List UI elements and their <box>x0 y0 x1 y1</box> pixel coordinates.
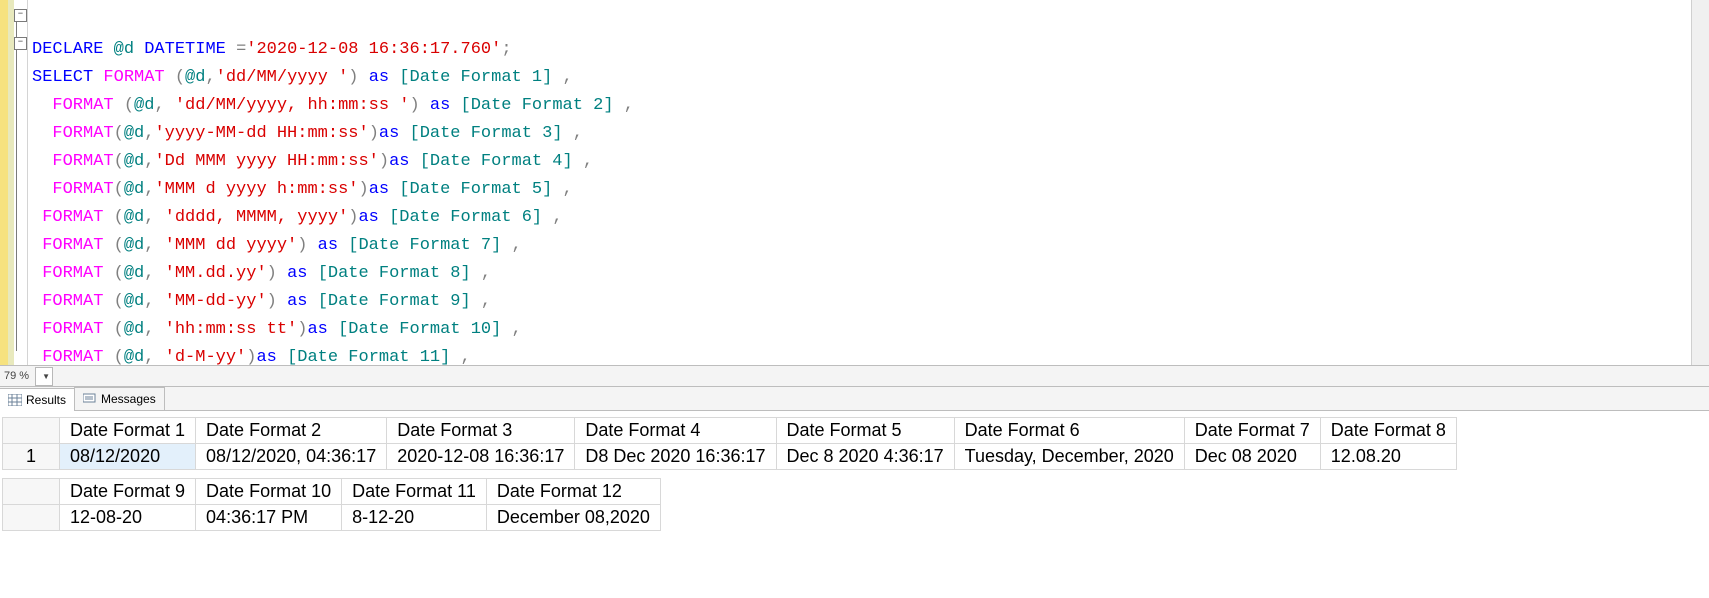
results-pane: Date Format 1 Date Format 2 Date Format … <box>0 411 1709 598</box>
col-header[interactable]: Date Format 11 <box>342 479 487 505</box>
cell[interactable]: Dec 08 2020 <box>1184 444 1320 470</box>
col-header[interactable]: Date Format 9 <box>60 479 196 505</box>
change-margin <box>0 0 8 365</box>
col-header[interactable]: Date Format 12 <box>486 479 660 505</box>
tab-messages[interactable]: Messages <box>74 387 165 410</box>
col-header[interactable]: Date Format 2 <box>196 418 387 444</box>
cell[interactable]: 8-12-20 <box>342 505 487 531</box>
cell[interactable]: 04:36:17 PM <box>196 505 342 531</box>
collapse-toggle-icon[interactable]: − <box>14 37 27 50</box>
col-header[interactable]: Date Format 6 <box>954 418 1184 444</box>
string-literal: '2020-12-08 16:36:17.760' <box>246 40 501 59</box>
results-grid[interactable]: Date Format 1 Date Format 2 Date Format … <box>2 417 1457 470</box>
chevron-down-icon: ▼ <box>42 372 50 381</box>
semi: ; <box>501 40 511 59</box>
tab-results-label: Results <box>26 393 66 407</box>
tab-results[interactable]: Results <box>0 388 75 411</box>
cell[interactable]: 08/12/2020 <box>60 444 196 470</box>
zoom-dropdown[interactable]: ▼ <box>35 367 53 386</box>
col-header[interactable]: Date Format 1 <box>60 418 196 444</box>
tab-messages-label: Messages <box>101 392 156 406</box>
zoom-value: 79 % <box>4 370 29 382</box>
row-number[interactable] <box>3 505 60 531</box>
table-row[interactable]: 12-08-20 04:36:17 PM 8-12-20 December 08… <box>3 505 661 531</box>
cell[interactable]: 12-08-20 <box>60 505 196 531</box>
results-grid-overflow[interactable]: Date Format 9 Date Format 10 Date Format… <box>2 478 661 531</box>
cell[interactable]: 08/12/2020, 04:36:17 <box>196 444 387 470</box>
kw-declare: DECLARE <box>32 40 103 59</box>
col-header[interactable]: Date Format 7 <box>1184 418 1320 444</box>
cell[interactable]: Dec 8 2020 4:36:17 <box>776 444 954 470</box>
zoom-bar: 79 % ▼ <box>0 366 1709 387</box>
sql-editor[interactable]: − − DECLARE @d DATETIME ='2020-12-08 16:… <box>0 0 1709 366</box>
cell[interactable]: December 08,2020 <box>486 505 660 531</box>
table-header-row: Date Format 1 Date Format 2 Date Format … <box>3 418 1457 444</box>
var: @d <box>114 40 134 59</box>
cell[interactable]: 2020-12-08 16:36:17 <box>387 444 575 470</box>
cell[interactable]: 12.08.20 <box>1320 444 1456 470</box>
editor-vertical-scrollbar[interactable] <box>1691 0 1709 365</box>
col-header[interactable]: Date Format 3 <box>387 418 575 444</box>
collapse-toggle-icon[interactable]: − <box>14 9 27 22</box>
table-header-row: Date Format 9 Date Format 10 Date Format… <box>3 479 661 505</box>
table-row[interactable]: 1 08/12/2020 08/12/2020, 04:36:17 2020-1… <box>3 444 1457 470</box>
results-tabs: Results Messages <box>0 387 1709 411</box>
messages-icon <box>83 393 97 405</box>
row-header-blank[interactable] <box>3 479 60 505</box>
kw-type: DATETIME <box>144 40 226 59</box>
col-header[interactable]: Date Format 10 <box>196 479 342 505</box>
col-header[interactable]: Date Format 8 <box>1320 418 1456 444</box>
kw-select: SELECT <box>32 68 93 87</box>
row-header-blank[interactable] <box>3 418 60 444</box>
fn-format: FORMAT <box>103 68 164 87</box>
col-header[interactable]: Date Format 5 <box>776 418 954 444</box>
row-number[interactable]: 1 <box>3 444 60 470</box>
grid-icon <box>8 394 22 406</box>
col-header[interactable]: Date Format 4 <box>575 418 776 444</box>
outline-gutter[interactable]: − − <box>14 0 28 365</box>
code-area[interactable]: DECLARE @d DATETIME ='2020-12-08 16:36:1… <box>28 0 1691 365</box>
op-eq: = <box>236 40 246 59</box>
cell[interactable]: Tuesday, December, 2020 <box>954 444 1184 470</box>
cell[interactable]: D8 Dec 2020 16:36:17 <box>575 444 776 470</box>
